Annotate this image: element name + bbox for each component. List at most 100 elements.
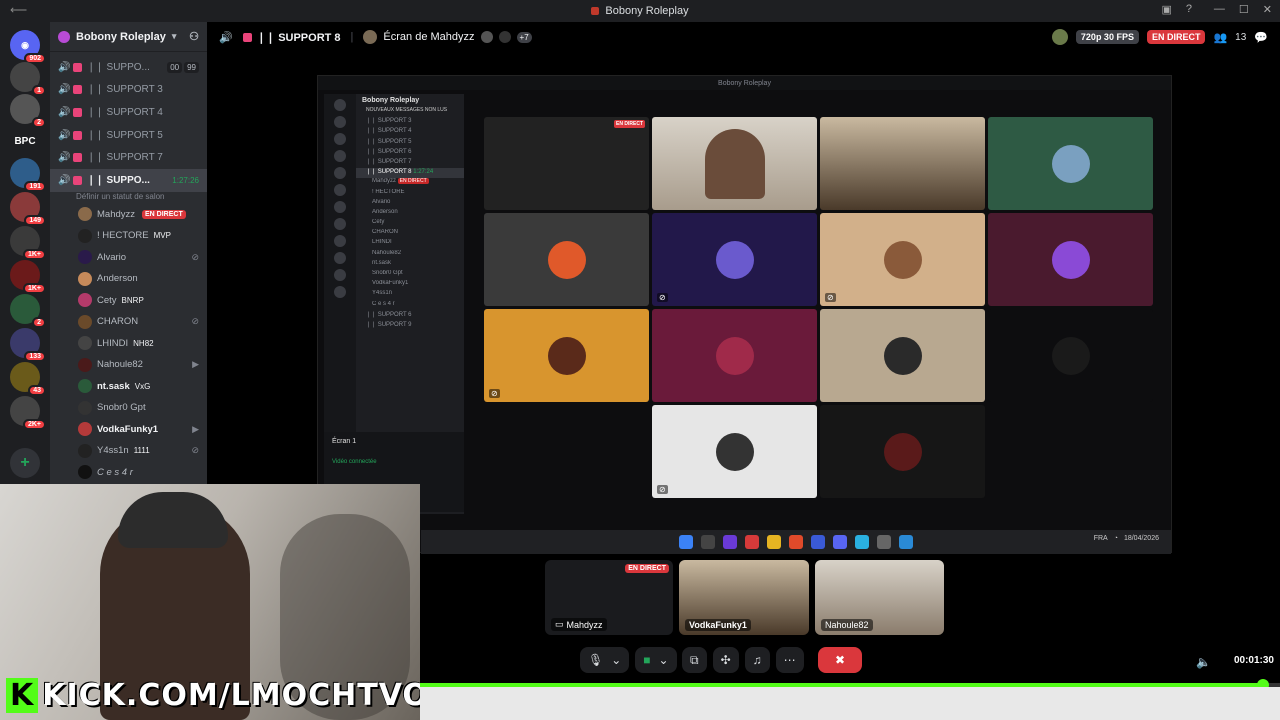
- member-row[interactable]: Mahdyzz EN DIRECT: [50, 204, 207, 226]
- server-icon[interactable]: 2K+: [10, 396, 46, 430]
- viewer-overflow[interactable]: +7: [516, 31, 532, 43]
- server-badge: 43: [28, 385, 46, 396]
- member-row[interactable]: LHINDI NH82: [50, 333, 207, 355]
- inbox-icon[interactable]: ▣: [1161, 3, 1171, 16]
- avatar: [78, 400, 92, 415]
- muted-icon: ⊘: [489, 389, 500, 398]
- minimize-icon[interactable]: —: [1214, 3, 1225, 16]
- new-messages-banner: NOUVEAUX MESSAGES NON LUS: [366, 107, 448, 113]
- channel-tag-icon: [73, 175, 82, 185]
- server-header[interactable]: Bobony Roleplay ▾ ⚇: [50, 22, 207, 52]
- video-tile-avatar[interactable]: [988, 309, 1153, 402]
- video-tile-camera[interactable]: [652, 117, 817, 210]
- server-icon[interactable]: 191: [10, 158, 46, 192]
- back-arrow-icon[interactable]: ⟵: [10, 3, 27, 17]
- voice-channel[interactable]: 🔊 ❘❘ SUPPORT 7: [50, 146, 207, 169]
- add-member-icon[interactable]: ⚇: [189, 30, 199, 43]
- divider: |: [350, 31, 354, 43]
- member-row[interactable]: Anderson: [50, 268, 207, 290]
- more-button[interactable]: ⋯: [775, 647, 804, 673]
- volume-icon[interactable]: 🔈: [1196, 655, 1211, 669]
- server-icon[interactable]: 1K+: [10, 226, 46, 260]
- video-tile-avatar[interactable]: [484, 213, 649, 306]
- member-row[interactable]: Cety BNRP: [50, 290, 207, 312]
- shared-screen[interactable]: Bobony Roleplay Bobony Roleplay NOUVEAUX…: [317, 75, 1172, 554]
- video-tile-avatar[interactable]: ⊘: [652, 405, 817, 498]
- member-row[interactable]: nt.sask VxG: [50, 376, 207, 398]
- server-icon: [334, 133, 346, 145]
- share-screen-button[interactable]: ⧉: [682, 647, 707, 673]
- video-tile-avatar[interactable]: [820, 309, 985, 402]
- microphone-button[interactable]: 🎙 ⌄: [580, 647, 630, 673]
- member-row[interactable]: Snobr0 Gpt: [50, 397, 207, 419]
- member-row[interactable]: CHARON ⊘: [50, 311, 207, 333]
- member-row[interactable]: Alvario ⊘: [50, 247, 207, 269]
- member-row[interactable]: VodkaFunky1 ▶: [50, 419, 207, 441]
- avatar: [78, 293, 92, 308]
- video-tile-avatar[interactable]: [652, 309, 817, 402]
- channel-tag-icon: [73, 130, 82, 140]
- member-name: nt.sask: [97, 380, 130, 392]
- server-icon[interactable]: 2: [10, 294, 46, 328]
- add-server-icon[interactable]: +: [10, 448, 40, 478]
- stream-thumbnail[interactable]: VodkaFunky1: [679, 560, 809, 635]
- server-badge: 149: [24, 215, 46, 226]
- voice-channel-active[interactable]: 🔊 ❘❘ SUPPO... 1:27:26: [50, 168, 207, 192]
- app-icon: [591, 7, 600, 15]
- server-icon[interactable]: 43: [10, 362, 46, 396]
- activities-button[interactable]: ✣: [712, 647, 739, 673]
- video-tile-avatar[interactable]: ⊘: [652, 213, 817, 306]
- soundboard-button[interactable]: ♫: [744, 647, 770, 673]
- leave-call-button[interactable]: ✖: [818, 647, 862, 673]
- video-tile-avatar[interactable]: [820, 405, 985, 498]
- camera-icon: ▶: [192, 359, 199, 370]
- chat-icon[interactable]: 💬: [1254, 31, 1268, 44]
- voice-channel[interactable]: 🔊 ❘❘ SUPPORT 4: [50, 101, 207, 124]
- maximize-icon[interactable]: ☐: [1239, 3, 1249, 16]
- stream-thumbnail[interactable]: Nahoule82: [815, 560, 944, 635]
- server-icon[interactable]: 1K+: [10, 260, 46, 294]
- video-tile-screen[interactable]: EN DIRECT: [484, 117, 649, 210]
- streamer-cap: [118, 492, 228, 548]
- server-icon[interactable]: 149: [10, 192, 46, 226]
- video-tile-avatar[interactable]: ⊘: [484, 309, 649, 402]
- server-icon[interactable]: 133: [10, 328, 46, 362]
- help-icon[interactable]: ?: [1186, 3, 1192, 16]
- video-tile-avatar[interactable]: [988, 117, 1153, 210]
- camera-button[interactable]: ■ ⌄: [635, 647, 677, 673]
- voice-channel[interactable]: 🔊 ❘❘ SUPPORT 3: [50, 79, 207, 102]
- inner-member: nt.sask: [372, 259, 392, 266]
- stream-thumbnail[interactable]: EN DIRECT ▭ Mahdyzz: [545, 560, 673, 635]
- member-row[interactable]: ! HECTORE MVP: [50, 225, 207, 247]
- current-channel[interactable]: ❘❘ SUPPORT 8: [242, 31, 341, 44]
- home-server-icon[interactable]: ◉ 902: [10, 30, 46, 64]
- server-icon[interactable]: 1: [10, 62, 46, 96]
- voice-channel[interactable]: 🔊 ❘❘ SUPPO... 00 99: [50, 56, 207, 79]
- server-icon: [334, 252, 346, 264]
- app-icon: [745, 535, 759, 549]
- video-tile-camera[interactable]: [820, 117, 985, 210]
- member-row[interactable]: Y4ss1n 1111 ⊘: [50, 440, 207, 462]
- app-icon: [723, 535, 737, 549]
- stream-label: VodkaFunky1: [685, 619, 751, 631]
- member-row[interactable]: C e s 4 r: [50, 462, 207, 484]
- member-row[interactable]: Nahoule82 ▶: [50, 354, 207, 376]
- inner-channel: ❘❘ SUPPORT 5: [366, 138, 412, 145]
- counter: 99: [184, 61, 199, 73]
- members-icon[interactable]: 👥: [1213, 31, 1227, 44]
- voice-channel[interactable]: 🔊 ❘❘ SUPPORT 5: [50, 124, 207, 147]
- server-icon[interactable]: 2: [10, 94, 46, 128]
- stream-user: Mahdyzz: [566, 619, 603, 630]
- speaker-icon: 🔊: [58, 174, 71, 186]
- stream-title: Écran de Mahdyzz +7: [363, 30, 532, 44]
- video-tile-avatar[interactable]: [988, 213, 1153, 306]
- more-icon: ⋯: [783, 653, 796, 667]
- video-tile-avatar[interactable]: ⊘: [820, 213, 985, 306]
- server-badge: 1K+: [22, 283, 46, 294]
- server-icon: [334, 201, 346, 213]
- server-bpc[interactable]: BPC: [10, 126, 40, 156]
- channel-status[interactable]: Définir un statut de salon: [50, 192, 207, 204]
- avatar: [363, 30, 378, 44]
- speaker-icon: 🔊: [58, 84, 71, 96]
- close-icon[interactable]: ✕: [1263, 3, 1272, 16]
